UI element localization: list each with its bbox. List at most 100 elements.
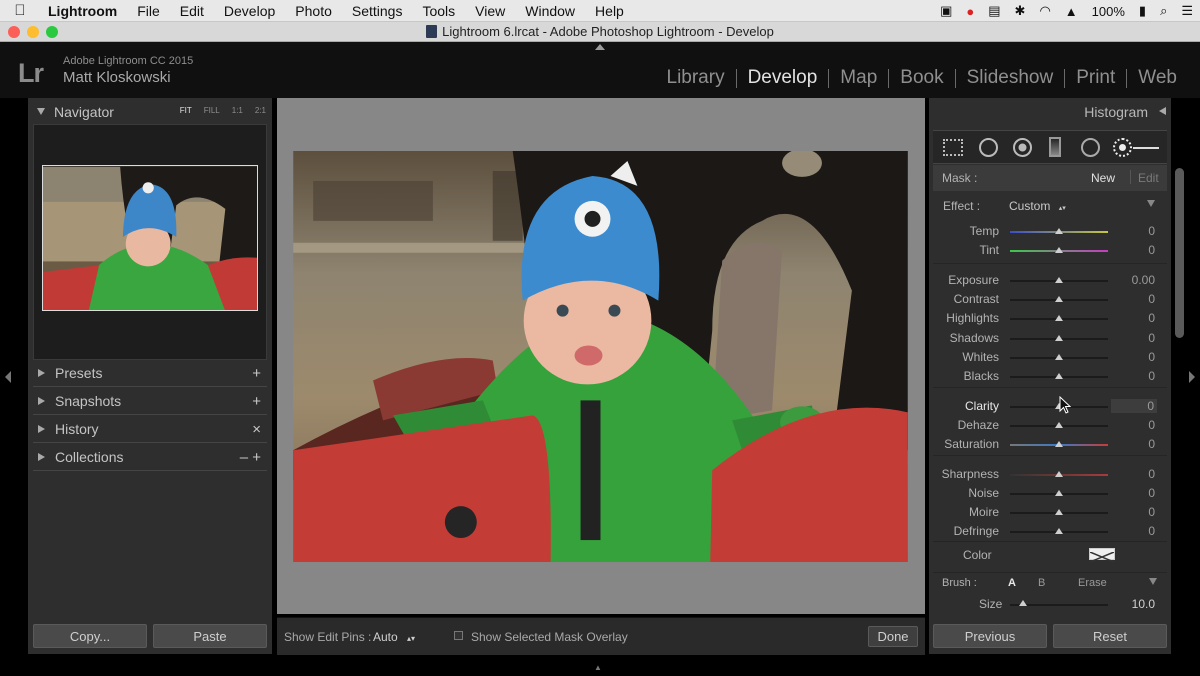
presets-panel-header[interactable]: Presets + — [33, 360, 267, 387]
adjustment-brush-icon[interactable] — [1113, 138, 1132, 157]
menu-window[interactable]: Window — [515, 3, 585, 19]
slider-thumb[interactable] — [1055, 373, 1063, 379]
slider-value[interactable]: 0 — [1115, 524, 1155, 538]
creative-cloud-icon[interactable]: ● — [959, 4, 981, 19]
module-slideshow[interactable]: Slideshow — [956, 67, 1065, 89]
radial-filter-icon[interactable] — [1081, 138, 1100, 157]
slider-value[interactable]: 0 — [1115, 331, 1155, 345]
copy-button[interactable]: Copy... — [33, 624, 147, 648]
slider-thumb[interactable] — [1055, 335, 1063, 341]
close-window-button[interactable] — [8, 26, 20, 38]
collapse-right-panel-icon[interactable] — [1189, 371, 1195, 383]
minimize-window-button[interactable] — [27, 26, 39, 38]
right-panel-scrollbar[interactable] — [1175, 168, 1184, 338]
slider-thumb[interactable] — [1055, 509, 1063, 515]
navigator-thumbnail[interactable] — [42, 165, 258, 311]
slider-thumb[interactable] — [1055, 228, 1063, 234]
slider-value[interactable]: 0.00 — [1115, 273, 1155, 287]
menu-photo[interactable]: Photo — [285, 3, 342, 19]
mask-new-button[interactable]: New — [1091, 171, 1115, 185]
slider-thumb[interactable] — [1055, 354, 1063, 360]
slider-thumb[interactable] — [1055, 422, 1063, 428]
slider-value[interactable]: 0 — [1115, 467, 1155, 481]
collapse-left-panel-icon[interactable] — [5, 371, 11, 383]
slider-thumb[interactable] — [1055, 315, 1063, 321]
slider-value[interactable]: 0 — [1115, 311, 1155, 325]
zoom-fill[interactable]: FILL — [204, 106, 220, 115]
brush-b-button[interactable]: B — [1038, 577, 1045, 589]
spot-removal-icon[interactable] — [979, 138, 998, 157]
slider-value[interactable]: 0 — [1115, 243, 1155, 257]
brush-a-button[interactable]: A — [1008, 577, 1016, 589]
slider-thumb[interactable] — [1055, 441, 1063, 447]
module-book[interactable]: Book — [889, 67, 954, 89]
airplay-icon[interactable]: ▲ — [1058, 4, 1085, 19]
done-button[interactable]: Done — [868, 626, 918, 647]
menu-file[interactable]: File — [127, 3, 170, 19]
size-value[interactable]: 10.0 — [1115, 597, 1155, 611]
wifi-icon[interactable]: ◠ — [1032, 3, 1057, 19]
module-library[interactable]: Library — [656, 67, 736, 89]
histogram-collapse-icon[interactable] — [1159, 107, 1166, 115]
slider-value[interactable]: 0 — [1115, 418, 1155, 432]
histogram-title[interactable]: Histogram — [1084, 104, 1148, 120]
spotlight-icon[interactable]: ⌕ — [1153, 3, 1174, 19]
mask-overlay-checkbox[interactable] — [454, 631, 463, 640]
slider-thumb[interactable] — [1055, 277, 1063, 283]
menu-view[interactable]: View — [465, 3, 515, 19]
module-map[interactable]: Map — [829, 67, 888, 89]
module-print[interactable]: Print — [1065, 67, 1126, 89]
zoom-1-1[interactable]: 1:1 — [232, 106, 243, 115]
slider-value[interactable]: 0 — [1115, 486, 1155, 500]
crop-overlay-icon[interactable] — [943, 139, 963, 156]
reset-button[interactable]: Reset — [1053, 624, 1167, 648]
zoom-window-button[interactable] — [46, 26, 58, 38]
slider-value[interactable]: 0 — [1115, 224, 1155, 238]
menu-tools[interactable]: Tools — [412, 3, 465, 19]
slider-value[interactable]: 0 — [1115, 437, 1155, 451]
mask-edit-button[interactable]: Edit — [1138, 171, 1159, 185]
slider-thumb[interactable] — [1055, 296, 1063, 302]
brush-collapse-icon[interactable] — [1149, 578, 1157, 585]
previous-button[interactable]: Previous — [933, 624, 1047, 648]
history-panel-header[interactable]: History × — [33, 416, 267, 443]
apple-icon[interactable]:  — [0, 2, 40, 19]
menu-edit[interactable]: Edit — [170, 3, 214, 19]
battery-icon[interactable]: ▮ — [1132, 3, 1153, 19]
navigator-header[interactable]: Navigator FIT FILL 1:1 2:1 — [28, 98, 272, 125]
paste-button[interactable]: Paste — [153, 624, 267, 648]
size-slider-thumb[interactable] — [1019, 600, 1027, 606]
effect-preset-select[interactable]: Custom ▴▾ — [1009, 199, 1066, 213]
red-eye-icon[interactable] — [1013, 138, 1032, 157]
slider-value[interactable]: 0 — [1115, 505, 1155, 519]
clear-history-icon[interactable]: × — [252, 421, 261, 438]
slider-thumb[interactable] — [1055, 490, 1063, 496]
slider-value[interactable]: 0 — [1111, 399, 1157, 413]
menu-develop[interactable]: Develop — [214, 3, 285, 19]
collection-actions-icon[interactable]: – + — [240, 449, 261, 466]
screen-record-icon[interactable]: ▣ — [933, 3, 959, 19]
slider-thumb[interactable] — [1055, 471, 1063, 477]
add-preset-icon[interactable]: + — [252, 365, 261, 382]
display-icon[interactable]: ▤ — [981, 3, 1007, 19]
graduated-filter-icon[interactable] — [1049, 137, 1061, 157]
add-snapshot-icon[interactable]: + — [252, 393, 261, 410]
slider-value[interactable]: 0 — [1115, 292, 1155, 306]
color-swatch[interactable] — [1089, 548, 1115, 563]
notification-center-icon[interactable]: ☰ — [1174, 3, 1200, 19]
collections-panel-header[interactable]: Collections – + — [33, 444, 267, 471]
collapse-top-panel-icon[interactable] — [595, 44, 605, 50]
bluetooth-icon[interactable]: ✱ — [1008, 3, 1033, 19]
brush-erase-button[interactable]: Erase — [1078, 577, 1107, 589]
effect-collapse-icon[interactable] — [1147, 200, 1155, 207]
module-develop[interactable]: Develop — [737, 67, 829, 89]
menu-app-name[interactable]: Lightroom — [40, 3, 127, 19]
snapshots-panel-header[interactable]: Snapshots + — [33, 388, 267, 415]
zoom-2-1[interactable]: 2:1 — [255, 106, 266, 115]
slider-thumb[interactable] — [1055, 247, 1063, 253]
show-edit-pins-select[interactable]: Auto ▴▾ — [373, 630, 415, 644]
slider-value[interactable]: 0 — [1115, 350, 1155, 364]
main-photo[interactable] — [292, 151, 909, 562]
slider-value[interactable]: 0 — [1115, 369, 1155, 383]
menu-help[interactable]: Help — [585, 3, 634, 19]
